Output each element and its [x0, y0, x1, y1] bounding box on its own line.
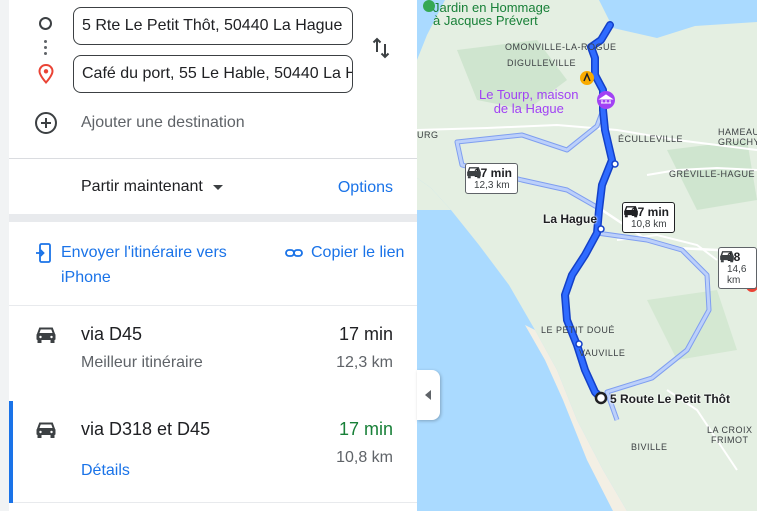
map-graphics — [417, 0, 757, 511]
origin-input[interactable]: 5 Rte Le Petit Thôt, 50440 La Hague — [73, 7, 353, 45]
bubble-distance: 12,3 km — [474, 180, 510, 191]
origin-marker-label[interactable]: 5 Route Le Petit Thôt — [610, 392, 730, 406]
swap-vertical-icon[interactable] — [369, 36, 393, 60]
waypoints-section: 5 Rte Le Petit Thôt, 50440 La Hague Café… — [9, 0, 417, 158]
place-label-eculleville: ÉCULLEVILLE — [618, 134, 684, 144]
route-bubble-2[interactable]: 17 min 10,8 km — [622, 202, 676, 233]
origin-circle-icon — [39, 17, 52, 30]
options-button[interactable]: Options — [338, 179, 393, 197]
car-icon — [467, 167, 481, 179]
poi-label-tourp[interactable]: Le Tourp, maison de la Hague — [479, 88, 579, 116]
depart-time-label: Partir maintenant — [81, 178, 203, 195]
place-label-omonville: OMONVILLE-LA-ROGUE — [505, 42, 617, 52]
send-to-phone-button[interactable]: Envoyer l'itinéraire vers iPhone — [35, 240, 270, 290]
copy-link-label: Copier le lien — [311, 244, 405, 261]
share-row: Envoyer l'itinéraire vers iPhone Copier … — [9, 222, 417, 306]
selected-indicator — [9, 401, 13, 503]
route-details-link[interactable]: Détails — [81, 462, 130, 480]
panel-bottom — [9, 503, 417, 511]
origin-marker[interactable] — [594, 391, 608, 405]
send-to-device-icon — [36, 243, 51, 263]
route-option-1[interactable]: via D45 Meilleur itinéraire 17 min 12,3 … — [9, 306, 417, 402]
place-label-greville: GRÉVILLE-HAGUE — [669, 169, 756, 179]
route-time: 17 min — [338, 324, 393, 344]
place-label-vauville: VAUVILLE — [579, 348, 626, 358]
divider — [9, 158, 417, 159]
send-to-phone-label: Envoyer l'itinéraire vers iPhone — [61, 244, 227, 286]
route-name: via D318 et D45 — [81, 419, 211, 439]
more-vert-dots-icon — [44, 40, 47, 55]
collapse-panel-button[interactable] — [417, 370, 440, 420]
route-option-2[interactable]: via D318 et D45 Détails 17 min 10,8 km — [9, 401, 417, 503]
car-icon — [624, 206, 638, 218]
destination-pin-icon — [38, 64, 54, 84]
bubble-distance: 14,6 km — [727, 264, 747, 286]
car-icon — [720, 251, 734, 263]
place-label-digulleville: DIGULLEVILLE — [507, 58, 577, 68]
panel-edge — [0, 0, 9, 511]
place-label-petit-doue: LE PETIT DOUÉ — [541, 325, 615, 335]
poi-label-garden[interactable]: Jardin en Hommage à Jacques Prévert — [433, 1, 550, 27]
place-label-biville: BIVILLE — [631, 442, 668, 452]
car-icon — [36, 422, 56, 438]
place-label-hameau: HAMEAU GRUCHY — [718, 127, 757, 147]
route-distance: 12,3 km — [336, 354, 393, 371]
depart-bar: Partir maintenant Options — [9, 160, 417, 214]
place-label-la-hague: La Hague — [543, 212, 598, 226]
route-time: 17 min — [338, 419, 393, 439]
route-subtitle: Meilleur itinéraire — [81, 354, 203, 371]
section-divider — [9, 214, 417, 222]
add-circle-icon — [35, 112, 57, 134]
route-name: via D45 — [81, 324, 143, 344]
route-bubble-3[interactable]: 18 14,6 km — [718, 247, 757, 289]
depart-time-dropdown[interactable]: Partir maintenant — [81, 178, 223, 196]
place-label-la-croix: LA CROIX FRIMOT — [707, 425, 753, 445]
route-distance: 10,8 km — [336, 449, 393, 466]
bubble-distance: 10,8 km — [631, 219, 667, 230]
place-label-urg: URG — [417, 130, 439, 140]
map-canvas[interactable]: Jardin en Hommage à Jacques Prévert OMON… — [417, 0, 757, 511]
destination-input[interactable]: Café du port, 55 Le Hable, 50440 La Hagu… — [73, 55, 353, 93]
caret-down-icon — [212, 184, 223, 190]
link-icon — [285, 249, 303, 257]
add-destination-label: Ajouter une destination — [81, 114, 245, 131]
car-icon — [36, 327, 56, 343]
copy-link-button[interactable]: Copier le lien — [285, 240, 410, 265]
route-bubble-1[interactable]: 17 min 12,3 km — [465, 163, 519, 194]
add-destination-button[interactable]: Ajouter une destination — [35, 110, 335, 136]
directions-panel: 5 Rte Le Petit Thôt, 50440 La Hague Café… — [0, 0, 417, 511]
